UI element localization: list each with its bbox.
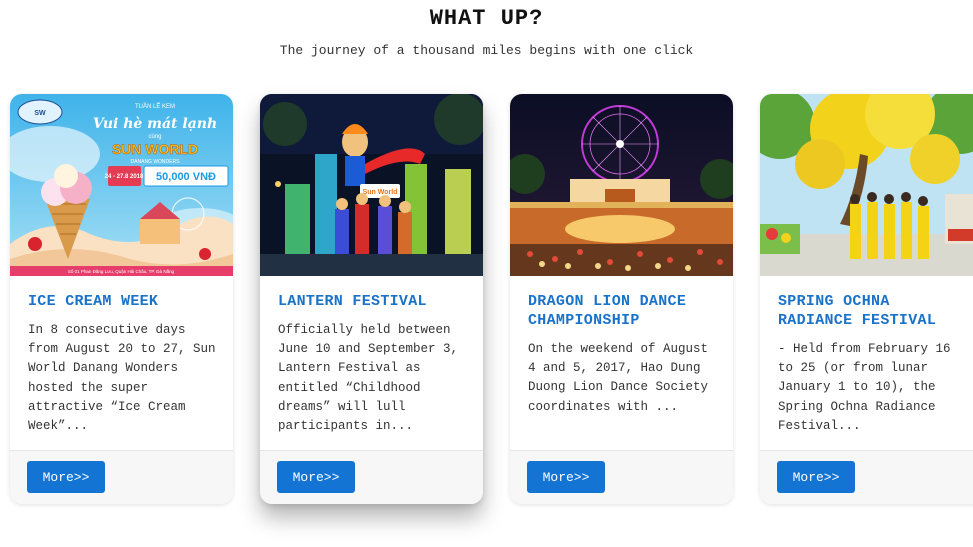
event-card-spring-ochna[interactable]: SPRING OCHNA RADIANCE FESTIVAL - Held fr… — [760, 94, 973, 504]
card-description: On the weekend of August 4 and 5, 2017, … — [528, 342, 709, 414]
event-card-ice-cream[interactable]: SW TUẦN LỄ KEM Vui hè mát lạnh cùng SUN … — [10, 94, 233, 504]
poster-subtitle: TUẦN LỄ KEM — [135, 103, 175, 110]
poster-address: Số 01 Phan Đăng Lưu, Quận Hải Châu, TP. … — [68, 268, 175, 274]
ice-cream-week-image[interactable]: SW TUẦN LỄ KEM Vui hè mát lạnh cùng SUN … — [10, 94, 233, 276]
poster-dates: 24 - 27.8 2018 — [105, 174, 144, 180]
card-footer: More>> — [760, 450, 973, 504]
poster-headline: Vui hè mát lạnh — [93, 116, 217, 132]
section-subtitle: The journey of a thousand miles begins w… — [279, 43, 694, 58]
more-button[interactable]: More>> — [527, 461, 605, 493]
card-description: - Held from February 16 to 25 (or from l… — [778, 342, 951, 433]
card-description: In 8 consecutive days from August 20 to … — [28, 323, 216, 434]
dragon-lion-dance-image[interactable] — [510, 94, 733, 276]
poster-price: 50,000 VNĐ — [156, 171, 216, 183]
card-title[interactable]: ICE CREAM WEEK — [28, 292, 221, 311]
card-footer: More>> — [260, 450, 483, 504]
more-button[interactable]: More>> — [777, 461, 855, 493]
poster-subline: cùng — [148, 134, 161, 140]
lantern-sign: Sun World — [363, 189, 398, 196]
event-card-lantern[interactable]: Sun World LANTERN FESTIVAL Officially he… — [260, 94, 483, 504]
card-title[interactable]: LANTERN FESTIVAL — [278, 292, 471, 311]
poster-brand-sub: DANANG WONDERS — [131, 159, 181, 165]
section-title: WHAT UP? — [429, 6, 544, 31]
card-footer: More>> — [510, 450, 733, 504]
event-card-dragon-lion-dance[interactable]: DRAGON LION DANCE CHAMPIONSHIP On the we… — [510, 94, 733, 504]
spring-ochna-image[interactable] — [760, 94, 973, 276]
more-button[interactable]: More>> — [277, 461, 355, 493]
card-footer: More>> — [10, 450, 233, 504]
more-button[interactable]: More>> — [27, 461, 105, 493]
lantern-festival-image[interactable]: Sun World — [260, 94, 483, 276]
card-title[interactable]: DRAGON LION DANCE CHAMPIONSHIP — [528, 292, 721, 330]
poster-brand: SUN WORLD — [112, 141, 198, 157]
card-description: Officially held between June 10 and Sept… — [278, 323, 459, 434]
svg-text:SW: SW — [34, 110, 46, 117]
card-title[interactable]: SPRING OCHNA RADIANCE FESTIVAL — [778, 292, 971, 330]
